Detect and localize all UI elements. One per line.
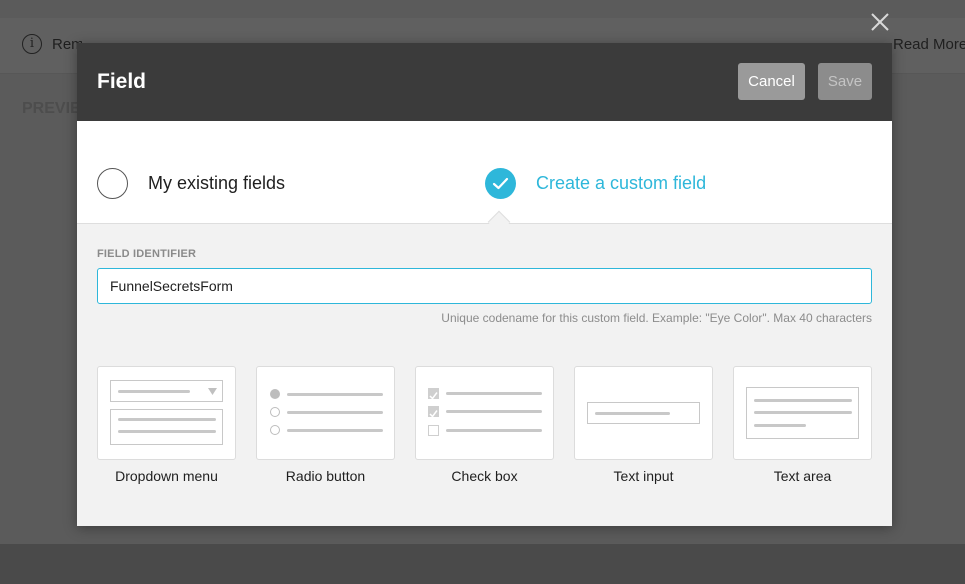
- choice-custom-label: Create a custom field: [536, 173, 707, 193]
- field-type-label: Text input: [613, 468, 674, 484]
- cancel-button[interactable]: Cancel: [738, 63, 805, 100]
- field-type-label: Text area: [773, 468, 832, 484]
- background-footer: [0, 544, 965, 584]
- choice-existing-label: My existing fields: [148, 173, 286, 193]
- check-icon: [485, 168, 516, 199]
- preview-label: PREVIEW: [22, 100, 78, 117]
- choice-existing-fields[interactable]: My existing fields: [97, 121, 457, 224]
- field-type-label: Check box: [451, 468, 518, 484]
- field-type-dropdown[interactable]: Dropdown menu: [97, 366, 236, 494]
- checkbox-preview-icon: [415, 366, 554, 460]
- field-identifier-label: FIELD IDENTIFIER: [97, 248, 197, 260]
- dropdown-preview-icon: [97, 366, 236, 460]
- field-type-checkbox[interactable]: Check box: [415, 366, 554, 494]
- field-identifier-input[interactable]: [97, 268, 872, 304]
- info-icon: i: [22, 34, 42, 54]
- text-input-preview-icon: [574, 366, 713, 460]
- read-more-link[interactable]: Read More: [893, 36, 965, 53]
- radio-preview-icon: [256, 366, 395, 460]
- modal-header: Field Cancel Save: [77, 43, 892, 121]
- close-icon[interactable]: [868, 10, 892, 34]
- field-source-choices: My existing fields Create a custom field: [77, 121, 892, 224]
- chevron-down-icon: [208, 388, 217, 395]
- save-button[interactable]: Save: [818, 63, 872, 100]
- field-identifier-hint: Unique codename for this custom field. E…: [441, 311, 872, 325]
- field-type-label: Dropdown menu: [115, 468, 218, 484]
- field-type-text-input[interactable]: Text input: [574, 366, 713, 494]
- field-type-label: Radio button: [285, 468, 366, 484]
- field-type-radio[interactable]: Radio button: [256, 366, 395, 494]
- field-modal: Field Cancel Save My existing fields Cre…: [77, 43, 892, 526]
- radio-empty-icon: [97, 168, 128, 199]
- field-type-text-area[interactable]: Text area: [733, 366, 872, 494]
- text-area-preview-icon: [733, 366, 872, 460]
- choice-custom-field[interactable]: Create a custom field: [485, 121, 845, 224]
- modal-title: Field: [97, 70, 147, 93]
